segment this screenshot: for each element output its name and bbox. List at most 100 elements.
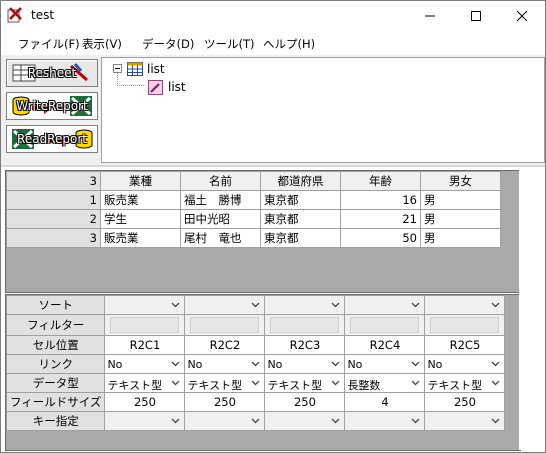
chevron-down-icon[interactable] — [168, 356, 183, 372]
table-cell[interactable]: 21 — [340, 209, 421, 229]
minimize-button[interactable] — [407, 1, 453, 31]
key-dropdown[interactable] — [264, 411, 346, 431]
filter-field[interactable] — [344, 314, 426, 336]
key-dropdown[interactable] — [344, 411, 426, 431]
table-cell[interactable]: 尾村 竜也 — [180, 228, 261, 248]
chevron-down-icon[interactable] — [328, 356, 343, 372]
data-type-dropdown[interactable]: 長整数 — [344, 373, 426, 393]
column-header[interactable]: 都道府県 — [260, 171, 341, 191]
chevron-down-icon[interactable] — [248, 297, 263, 313]
chevron-down-icon[interactable] — [408, 297, 423, 313]
tree-view[interactable]: list list — [101, 57, 545, 163]
link-dropdown[interactable]: No — [424, 354, 506, 374]
field-size[interactable]: 250 — [264, 392, 346, 412]
data-grid[interactable]: 3 業種 名前 都道府県 年齢 男女 1 販売業 福土 勝博 東京都 16 男 … — [5, 170, 521, 293]
column-header[interactable]: 名前 — [180, 171, 261, 191]
sort-dropdown[interactable] — [424, 295, 506, 315]
filter-input[interactable] — [190, 317, 260, 333]
tree-root-label[interactable]: list — [147, 62, 165, 76]
row-header[interactable]: 3 — [6, 228, 101, 248]
chevron-down-icon[interactable] — [408, 356, 423, 372]
chevron-down-icon[interactable] — [408, 375, 423, 391]
field-size[interactable]: 250 — [104, 392, 186, 412]
data-type-dropdown[interactable]: テキスト型 — [424, 373, 506, 393]
table-cell[interactable]: 東京都 — [260, 228, 341, 248]
filter-input[interactable] — [430, 317, 500, 333]
maximize-button[interactable] — [453, 1, 499, 31]
menu-help[interactable]: ヘルプ(H) — [263, 36, 315, 52]
sort-dropdown[interactable] — [184, 295, 266, 315]
table-cell[interactable]: 50 — [340, 228, 421, 248]
sort-dropdown[interactable] — [264, 295, 346, 315]
tree-child-label[interactable]: list — [168, 80, 186, 94]
key-dropdown[interactable] — [424, 411, 506, 431]
chevron-down-icon[interactable] — [248, 356, 263, 372]
table-cell[interactable]: 販売業 — [100, 190, 181, 210]
filter-input[interactable] — [350, 317, 420, 333]
menu-data[interactable]: データ(D) — [142, 36, 194, 52]
filter-field[interactable] — [424, 314, 506, 336]
cell-position[interactable]: R2C4 — [344, 335, 426, 355]
field-size[interactable]: 250 — [424, 392, 506, 412]
cell-position[interactable]: R2C1 — [104, 335, 186, 355]
key-dropdown[interactable] — [104, 411, 186, 431]
chevron-down-icon[interactable] — [408, 413, 423, 429]
table-cell[interactable]: 福土 勝博 — [180, 190, 261, 210]
filter-input[interactable] — [110, 317, 180, 333]
column-header[interactable]: 業種 — [100, 171, 181, 191]
chevron-down-icon[interactable] — [488, 413, 503, 429]
link-dropdown[interactable]: No — [104, 354, 186, 374]
table-cell[interactable]: 16 — [340, 190, 421, 210]
cell-position[interactable]: R2C5 — [424, 335, 506, 355]
chevron-down-icon[interactable] — [488, 375, 503, 391]
chevron-down-icon[interactable] — [248, 413, 263, 429]
link-dropdown[interactable]: No — [184, 354, 266, 374]
chevron-down-icon[interactable] — [328, 413, 343, 429]
sort-dropdown[interactable] — [344, 295, 426, 315]
chevron-down-icon[interactable] — [168, 413, 183, 429]
menu-file[interactable]: ファイル(F) — [18, 36, 80, 52]
cell-position[interactable]: R2C2 — [184, 335, 266, 355]
field-size[interactable]: 4 — [344, 392, 426, 412]
column-header[interactable]: 男女 — [420, 171, 501, 191]
close-button[interactable] — [499, 1, 545, 31]
link-dropdown[interactable]: No — [264, 354, 346, 374]
cell-position[interactable]: R2C3 — [264, 335, 346, 355]
chevron-down-icon[interactable] — [248, 375, 263, 391]
readreport-button[interactable]: ReadReport — [6, 125, 98, 153]
link-dropdown[interactable]: No — [344, 354, 426, 374]
row-header[interactable]: 1 — [6, 190, 101, 210]
table-cell[interactable]: 学生 — [100, 209, 181, 229]
data-type-dropdown[interactable]: テキスト型 — [104, 373, 186, 393]
chevron-down-icon[interactable] — [488, 297, 503, 313]
table-cell[interactable]: 田中光昭 — [180, 209, 261, 229]
key-dropdown[interactable] — [184, 411, 266, 431]
chevron-down-icon[interactable] — [488, 356, 503, 372]
filter-field[interactable] — [264, 314, 346, 336]
table-cell[interactable]: 男 — [420, 209, 501, 229]
table-cell[interactable]: 東京都 — [260, 190, 341, 210]
filter-field[interactable] — [104, 314, 186, 336]
table-cell[interactable]: 男 — [420, 190, 501, 210]
column-header[interactable]: 年齢 — [340, 171, 421, 191]
resheet-button[interactable]: Resheet — [6, 59, 98, 87]
sort-dropdown[interactable] — [104, 295, 186, 315]
table-cell[interactable]: 販売業 — [100, 228, 181, 248]
data-type-dropdown[interactable]: テキスト型 — [184, 373, 266, 393]
table-cell[interactable]: 東京都 — [260, 209, 341, 229]
chevron-down-icon[interactable] — [168, 375, 183, 391]
writereport-button[interactable]: WriteReport — [6, 92, 98, 120]
table-cell[interactable]: 男 — [420, 228, 501, 248]
row-header[interactable]: 2 — [6, 209, 101, 229]
chevron-down-icon[interactable] — [328, 297, 343, 313]
menu-view[interactable]: 表示(V) — [82, 36, 122, 52]
filter-input[interactable] — [270, 317, 340, 333]
chevron-down-icon[interactable] — [328, 375, 343, 391]
readreport-label: ReadReport — [17, 132, 87, 146]
data-type-dropdown[interactable]: テキスト型 — [264, 373, 346, 393]
field-size[interactable]: 250 — [184, 392, 266, 412]
menu-tools[interactable]: ツール(T) — [204, 36, 255, 52]
settings-grid[interactable]: ソート フィルター セル位置 R2C1 R2C2 R2C3 R2C4 R2C5 … — [5, 294, 521, 451]
chevron-down-icon[interactable] — [168, 297, 183, 313]
filter-field[interactable] — [184, 314, 266, 336]
